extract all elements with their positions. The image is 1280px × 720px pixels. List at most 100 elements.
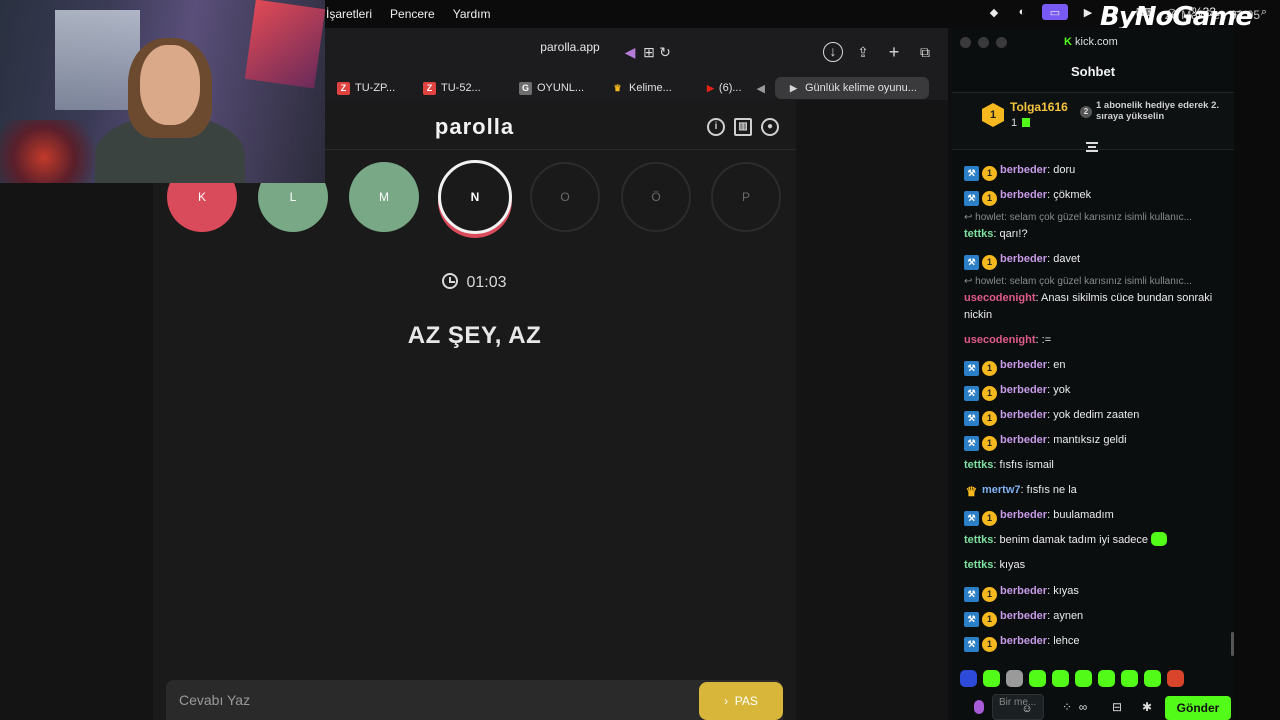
profile-icon[interactable]: ●: [761, 118, 779, 136]
tab-overview-icon[interactable]: ⧉: [915, 42, 935, 62]
crown-badge-icon: ♛: [965, 484, 978, 499]
subscriber-badge-icon: 1: [982, 255, 997, 270]
emote-icon[interactable]: [1006, 670, 1023, 687]
chat-username[interactable]: berbeder: [1000, 253, 1047, 265]
tab-4[interactable]: ▶ (6)... ◀: [695, 77, 769, 99]
subscriber-badge-icon: 1: [982, 166, 997, 181]
reply-preview[interactable]: ↩ howlet: selam çok güzel karısınız isim…: [964, 212, 1226, 223]
downloads-icon[interactable]: ↓: [823, 42, 843, 62]
reply-icon: ↩: [964, 212, 976, 223]
screen-share-icon[interactable]: ▭: [1041, 4, 1068, 20]
moderator-badge-icon: ⚒: [964, 166, 979, 181]
menu-help[interactable]: Yardım: [453, 7, 491, 21]
chat-username[interactable]: berbeder: [1000, 585, 1047, 597]
new-tab-icon[interactable]: +: [884, 42, 904, 62]
reload-icon[interactable]: ↻: [655, 42, 675, 62]
chat-username[interactable]: usecodenight: [964, 292, 1036, 304]
chat-username[interactable]: berbeder: [1000, 434, 1047, 446]
emote-icon[interactable]: [983, 670, 1000, 687]
send-button[interactable]: Gönder: [1165, 696, 1231, 720]
chat-username[interactable]: tettks: [964, 459, 993, 471]
chat-username[interactable]: berbeder: [1000, 509, 1047, 521]
tab-1[interactable]: Z TU-52...: [411, 77, 507, 99]
gift-box-icon[interactable]: ⊟: [1110, 700, 1124, 714]
chat-username[interactable]: usecodenight: [964, 334, 1036, 346]
mic-icon[interactable]: [974, 700, 984, 714]
emote-icon[interactable]: [1075, 670, 1092, 687]
chat-message: ⚒ 1 berbeder: doru: [964, 162, 1226, 181]
tab-label: Kelime...: [629, 82, 672, 94]
audio-icon[interactable]: ◀: [620, 42, 640, 62]
letter-3: N: [438, 160, 512, 234]
subscriber-badge-icon: 1: [982, 587, 997, 602]
subscriber-badge-icon: 1: [982, 637, 997, 652]
settings-icon[interactable]: ✱: [1140, 700, 1154, 714]
reply-preview[interactable]: ↩ howlet: selam çok güzel karısınız isim…: [964, 276, 1226, 287]
moderator-badge-icon: ⚒: [964, 587, 979, 602]
chat-text: davet: [1053, 253, 1081, 265]
letter-6: P: [711, 162, 781, 232]
chat-username[interactable]: berbeder: [1000, 635, 1047, 647]
chat-message: ⚒ 1 berbeder: yok: [964, 382, 1226, 401]
emoji-icon[interactable]: ☺: [1020, 702, 1034, 716]
pinned-username[interactable]: Tolga1616: [1010, 100, 1068, 114]
stats-icon[interactable]: ▥: [734, 118, 752, 136]
chat-text: fısfıs ne la: [1026, 484, 1077, 496]
chat-input[interactable]: Bir me...: [992, 694, 1044, 720]
menu-window[interactable]: Pencere: [390, 7, 435, 21]
emote-icon[interactable]: [960, 670, 977, 687]
subscriber-badge-icon: 1: [982, 612, 997, 627]
subscriber-badge-icon: 1: [982, 361, 997, 376]
info-icon[interactable]: i: [707, 118, 725, 136]
chat-username[interactable]: tettks: [964, 534, 993, 546]
chat-username[interactable]: berbeder: [1000, 359, 1047, 371]
emote-icon[interactable]: [1121, 670, 1138, 687]
play-icon[interactable]: ▶: [1080, 4, 1096, 20]
menu-bookmarks[interactable]: İşaretleri: [326, 7, 372, 21]
window-maximize-button[interactable]: [996, 37, 1007, 48]
moderator-badge-icon: ⚒: [964, 361, 979, 376]
chat-username[interactable]: tettks: [964, 228, 993, 240]
moderator-badge-icon: ⚒: [964, 255, 979, 270]
chat-username[interactable]: berbeder: [1000, 610, 1047, 622]
emote-row: [960, 670, 1230, 688]
reply-icon: ↩: [964, 276, 976, 287]
leaderboard-hint-text: 1 abonelik hediye ederek 2. sıraya yükse…: [1096, 100, 1220, 122]
emote-icon[interactable]: [1052, 670, 1069, 687]
tab-5[interactable]: ▶ Günlük kelime oyunu...: [775, 77, 929, 99]
chat-username[interactable]: berbeder: [1000, 384, 1047, 396]
collapse-icon[interactable]: [1086, 142, 1098, 152]
gift-icon: [1022, 118, 1031, 127]
app-tray-icon[interactable]: ◆: [986, 4, 1002, 20]
answer-bar: › PAS: [166, 680, 783, 720]
reply-text: howlet: selam çok güzel karısınız isimli…: [975, 276, 1192, 287]
share-icon[interactable]: ⇪: [853, 42, 873, 62]
gift-count-value: 1: [1011, 117, 1018, 129]
tab-2[interactable]: G OYUNL...: [507, 77, 599, 99]
parolla-game: parolla i ▥ ● KLMNOÖP 01:03 AZ ŞEY, AZ ›…: [153, 100, 796, 720]
apps-icon[interactable]: ⁘: [1060, 700, 1074, 714]
answer-input[interactable]: [166, 680, 686, 720]
tab-audio-icon[interactable]: ◀: [757, 82, 765, 95]
chat-username[interactable]: tettks: [964, 559, 993, 571]
pass-button[interactable]: › PAS: [699, 682, 783, 720]
clock-icon: [442, 273, 459, 289]
infinity-icon[interactable]: ∞: [1076, 700, 1090, 714]
chat-username[interactable]: berbeder: [1000, 189, 1047, 201]
chat-username[interactable]: berbeder: [1000, 164, 1047, 176]
window-close-button[interactable]: [960, 37, 971, 48]
tab-0[interactable]: Z TU-ZP...: [325, 77, 411, 99]
window-minimize-button[interactable]: [978, 37, 989, 48]
reply-text: howlet: selam çok güzel karısınız isimli…: [975, 212, 1192, 223]
chat-username[interactable]: berbeder: [1000, 409, 1047, 421]
pass-label: PAS: [734, 694, 758, 708]
emote-icon[interactable]: [1098, 670, 1115, 687]
kick-logo-icon: K: [1064, 36, 1072, 48]
emote-icon[interactable]: [1144, 670, 1161, 687]
tab-label: OYUNL...: [537, 82, 585, 94]
chat-username[interactable]: mertw7: [982, 484, 1021, 496]
app-tray-icon[interactable]: ◐: [1014, 4, 1030, 20]
emote-icon[interactable]: [1029, 670, 1046, 687]
emote-icon[interactable]: [1167, 670, 1184, 687]
tab-3[interactable]: ♛ Kelime...: [599, 77, 695, 99]
